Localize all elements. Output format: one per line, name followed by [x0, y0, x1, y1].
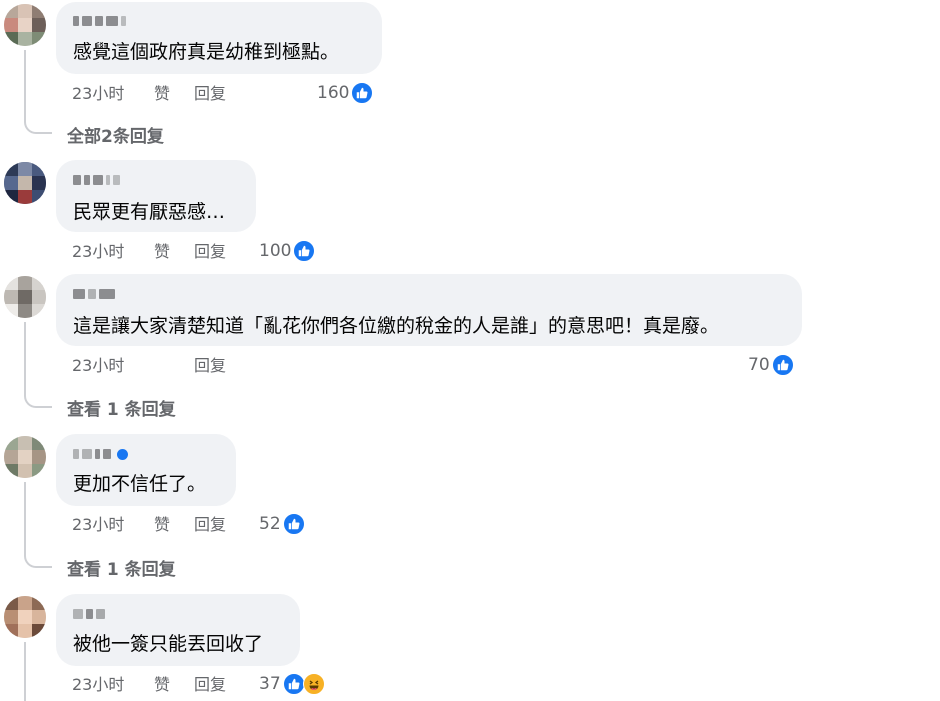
thread-line [24, 50, 52, 134]
avatar[interactable] [4, 276, 46, 318]
avatar[interactable] [4, 4, 46, 46]
comment-bubble: 被他一簽只能丟回收了 [56, 594, 300, 666]
author-name-redacted[interactable] [73, 288, 115, 300]
timestamp[interactable]: 23小时 [72, 515, 124, 535]
comment-bubble: 這是讓大家清楚知道「亂花你們各位繳的稅金的人是誰」的意思吧！真是廢。 [56, 274, 802, 346]
like-icon [351, 82, 374, 104]
comment-bubble: 更加不信任了。 [56, 434, 236, 506]
verified-badge-icon [117, 448, 128, 460]
thread-line [24, 642, 52, 701]
like-icon [282, 513, 305, 535]
like-count: 100 [259, 241, 292, 261]
reaction-count[interactable]: 70 [748, 354, 794, 376]
haha-icon [302, 673, 325, 695]
like-button[interactable]: 赞 [154, 675, 170, 695]
reply-button[interactable]: 回复 [194, 356, 226, 376]
comment-bubble: 感覺這個政府真是幼稚到極點。 [56, 2, 382, 74]
timestamp[interactable]: 23小时 [72, 84, 124, 104]
reaction-count[interactable]: 160 [317, 82, 374, 104]
view-replies-link[interactable]: 全部2条回复 [67, 122, 164, 147]
author-name-redacted[interactable] [73, 608, 105, 620]
comment-text: 民眾更有厭惡感… [73, 201, 226, 223]
avatar[interactable] [4, 596, 46, 638]
comment-text: 感覺這個政府真是幼稚到極點。 [73, 41, 340, 63]
like-icon [771, 354, 794, 376]
timestamp[interactable]: 23小时 [72, 675, 124, 695]
like-button[interactable]: 赞 [154, 84, 170, 104]
author-name-redacted[interactable] [73, 448, 128, 460]
like-count: 70 [748, 355, 770, 375]
reaction-count[interactable]: 52 [259, 513, 305, 535]
comment-bubble: 民眾更有厭惡感… [56, 160, 256, 232]
timestamp[interactable]: 23小时 [72, 356, 124, 376]
thread-line [24, 482, 52, 568]
view-replies-link[interactable]: 查看 1 条回复 [67, 555, 176, 580]
author-name-redacted[interactable] [73, 15, 126, 27]
like-count: 52 [259, 514, 281, 534]
timestamp[interactable]: 23小时 [72, 242, 124, 262]
like-count: 160 [317, 83, 350, 103]
like-icon [282, 673, 305, 695]
reply-button[interactable]: 回复 [194, 242, 226, 262]
comment-text: 被他一簽只能丟回收了 [73, 633, 264, 655]
like-count: 37 [259, 674, 281, 694]
avatar[interactable] [4, 162, 46, 204]
comment-text: 更加不信任了。 [73, 473, 207, 495]
avatar[interactable] [4, 436, 46, 478]
like-button[interactable]: 赞 [154, 515, 170, 535]
reaction-count[interactable]: 100 [259, 240, 316, 262]
author-name-redacted[interactable] [73, 174, 120, 186]
reply-button[interactable]: 回复 [194, 515, 226, 535]
like-icon [293, 240, 316, 262]
reply-button[interactable]: 回复 [194, 675, 226, 695]
thread-line [24, 322, 52, 408]
comment-text: 這是讓大家清楚知道「亂花你們各位繳的稅金的人是誰」的意思吧！真是廢。 [73, 315, 720, 337]
reaction-count[interactable]: 37 [259, 673, 325, 695]
like-button[interactable]: 赞 [154, 242, 170, 262]
view-replies-link[interactable]: 查看 1 条回复 [67, 395, 176, 420]
reply-button[interactable]: 回复 [194, 84, 226, 104]
